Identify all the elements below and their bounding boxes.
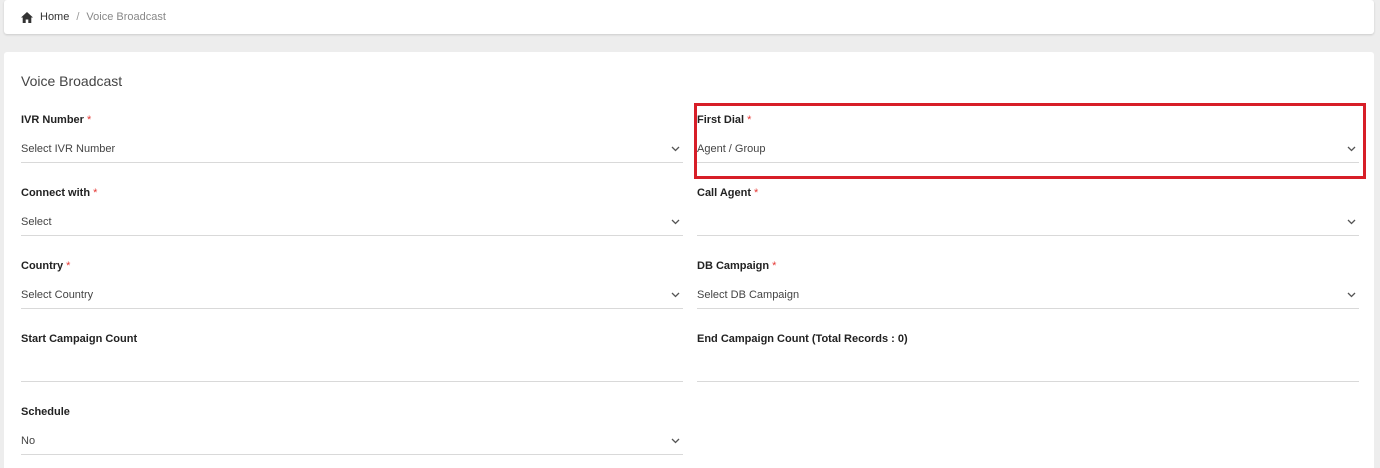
start-campaign-count-input[interactable] [21,354,683,382]
home-icon[interactable] [21,11,33,23]
schedule-select[interactable]: No [21,427,683,455]
required-marker: * [754,187,759,199]
breadcrumb-home-link[interactable]: Home [40,11,69,23]
chevron-down-icon [1347,146,1356,151]
required-marker: * [93,187,98,199]
end-campaign-count-label: End Campaign Count (Total Records : 0) [697,333,908,345]
chevron-down-icon [671,292,680,297]
chevron-down-icon [1347,292,1356,297]
breadcrumb: Home / Voice Broadcast [4,0,1374,34]
ivr-number-field: IVR Number * Select IVR Number [21,114,683,184]
db-campaign-label: DB Campaign * [697,260,777,272]
chevron-down-icon [671,438,680,443]
chevron-down-icon [671,219,680,224]
call-agent-select[interactable] [697,208,1359,236]
country-label: Country * [21,260,71,272]
call-agent-label: Call Agent * [697,187,759,199]
required-marker: * [86,114,92,126]
country-value: Select Country [21,288,94,301]
connect-with-field: Connect with * Select [21,187,683,257]
page-title: Voice Broadcast [21,73,123,89]
required-marker: * [66,260,71,272]
country-field: Country * Select Country [21,260,683,330]
required-marker: * [772,260,777,272]
country-select[interactable]: Select Country [21,281,683,309]
breadcrumb-separator: / [76,11,80,23]
schedule-field: Schedule No [21,406,683,468]
first-dial-label: First Dial * [697,114,752,126]
schedule-value: No [21,434,36,447]
first-dial-value: Agent / Group [697,142,766,155]
first-dial-select[interactable]: Agent / Group [697,135,1359,163]
connect-with-label: Connect with * [21,187,98,199]
end-campaign-count-field: End Campaign Count (Total Records : 0) [697,333,1359,403]
ivr-number-value: Select IVR Number [21,142,116,155]
chevron-down-icon [1347,219,1356,224]
first-dial-field: First Dial * Agent / Group [697,114,1359,184]
schedule-label: Schedule [21,406,70,418]
connect-with-value: Select [21,215,52,228]
end-campaign-count-input[interactable] [697,354,1359,382]
ivr-number-label: IVR Number * [21,114,92,126]
db-campaign-select[interactable]: Select DB Campaign [697,281,1359,309]
breadcrumb-current: Voice Broadcast [86,11,166,23]
call-agent-field: Call Agent * [697,187,1359,257]
start-campaign-count-label: Start Campaign Count [21,333,138,345]
voice-broadcast-form: Voice Broadcast IVR Number * Select IVR N… [4,52,1374,468]
chevron-down-icon [671,146,680,151]
db-campaign-field: DB Campaign * Select DB Campaign [697,260,1359,330]
ivr-number-select[interactable]: Select IVR Number [21,135,683,163]
db-campaign-value: Select DB Campaign [697,288,800,301]
required-marker: * [747,114,752,126]
start-campaign-count-field: Start Campaign Count [21,333,683,403]
connect-with-select[interactable]: Select [21,208,683,236]
